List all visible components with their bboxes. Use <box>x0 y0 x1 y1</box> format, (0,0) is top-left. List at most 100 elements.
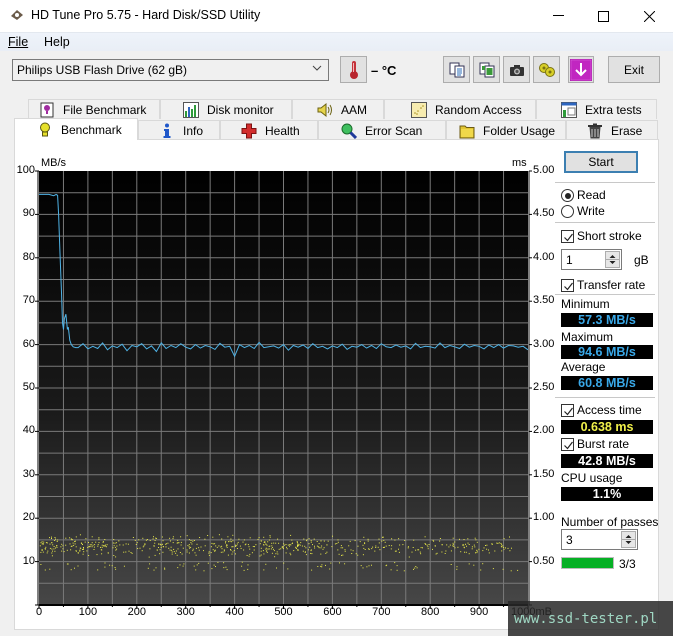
magnifier-icon <box>341 123 357 139</box>
x-tick-label: 400 <box>225 606 244 618</box>
y-tick-label-left: 50 <box>22 381 35 393</box>
tab-label: Error Scan <box>365 123 423 138</box>
minimize-icon <box>552 15 564 16</box>
tab-health[interactable]: Health <box>220 120 318 140</box>
menu-file[interactable]: File <box>8 35 28 49</box>
file-benchmark-icon <box>40 102 54 117</box>
tab-label: Extra tests <box>585 102 642 117</box>
tab-erase[interactable]: Erase <box>566 120 658 140</box>
y-tick-label-right: 2.50 <box>533 381 555 393</box>
y-tick-label-left: 10 <box>22 554 35 567</box>
tab-label: Health <box>265 123 300 138</box>
tab-info[interactable]: Info <box>138 120 220 140</box>
tab-disk-monitor[interactable]: Disk monitor <box>160 99 292 119</box>
tab-folder-usage[interactable]: Folder Usage <box>446 120 566 140</box>
y-tick-label-right: 3.00 <box>533 337 555 350</box>
passes-label: Number of passes <box>561 515 659 529</box>
drive-select[interactable]: Philips USB Flash Drive (62 gB) <box>12 59 329 81</box>
passes-progress-bar <box>561 557 614 569</box>
passes-value: 3 <box>566 533 573 547</box>
y-tick-label-right: 5.00 <box>533 164 555 176</box>
random-access-icon <box>411 101 427 118</box>
save-icon <box>570 58 592 81</box>
copy-text-icon <box>449 62 464 77</box>
passes-spinner[interactable] <box>621 531 636 548</box>
minimize-button[interactable] <box>535 0 581 32</box>
checkmark-icon <box>564 282 573 291</box>
tab-label: AAM <box>341 102 368 117</box>
window-title: HD Tune Pro 5.75 - Hard Disk/SSD Utility <box>31 8 261 22</box>
extra-tests-icon <box>561 101 577 118</box>
y-tick-label-right: 4.50 <box>533 207 555 220</box>
y-tick-label-right: 0.50 <box>533 554 555 567</box>
drive-select-value: Philips USB Flash Drive (62 gB) <box>17 63 188 77</box>
access-time-label: Access time <box>577 403 642 417</box>
spinner-arrows-icon <box>622 535 635 544</box>
transfer-rate-label: Transfer rate <box>577 278 646 292</box>
tab-benchmark[interactable]: Benchmark <box>14 118 138 140</box>
info-icon <box>163 123 171 138</box>
checkmark-icon <box>564 407 573 416</box>
burst-rate-checkbox[interactable] <box>561 438 574 451</box>
divider <box>555 294 655 295</box>
close-button[interactable] <box>626 0 672 32</box>
checkmark-icon <box>564 441 573 450</box>
screenshot-button[interactable] <box>503 56 530 83</box>
tab-random-access[interactable]: Random Access <box>384 99 536 119</box>
transfer-rate-checkbox[interactable] <box>561 279 574 292</box>
start-button[interactable]: Start <box>564 151 638 173</box>
save-button[interactable] <box>568 56 594 83</box>
camera-icon <box>509 64 524 76</box>
x-tick-label: 600 <box>323 606 342 618</box>
watermark: www.ssd-tester.pl <box>508 601 673 636</box>
y-tick-label-right: 1.00 <box>533 511 555 524</box>
divider <box>555 222 655 223</box>
x-tick-label: 800 <box>421 606 440 618</box>
passes-input[interactable]: 3 <box>561 529 638 550</box>
x-tick-label: 0 <box>35 606 43 618</box>
y-tick-label-left: 20 <box>22 511 35 524</box>
y-tick-label-right: 4.00 <box>533 250 555 263</box>
x-tick-label: 100 <box>78 606 98 618</box>
copy-screenshot-button[interactable] <box>473 56 500 83</box>
short-stroke-input[interactable]: 1 <box>561 249 622 270</box>
y-tick-label-left: 100 <box>16 164 35 176</box>
access-time-checkbox[interactable] <box>561 404 574 417</box>
y-tick-label-right: 3.50 <box>533 294 555 307</box>
speaker-icon <box>317 102 332 117</box>
maximum-label: Maximum <box>561 330 614 344</box>
minimum-value: 57.3 MB/s <box>561 313 653 327</box>
short-stroke-spinner[interactable] <box>605 251 620 268</box>
tab-label: Benchmark <box>61 122 122 137</box>
short-stroke-checkbox[interactable] <box>561 230 574 243</box>
tab-aam[interactable]: AAM <box>292 99 384 119</box>
y-axis-label-right: ms <box>512 157 527 169</box>
menu-bar: File Help <box>0 32 673 51</box>
maximum-value: 94.6 MB/s <box>561 345 653 359</box>
write-radio[interactable] <box>561 205 574 218</box>
divider <box>555 182 655 183</box>
x-tick-label: 300 <box>176 606 195 618</box>
exit-button[interactable]: Exit <box>608 56 660 83</box>
short-stroke-label: Short stroke <box>577 229 642 243</box>
disk-monitor-icon <box>183 101 199 118</box>
access-time-value: 0.638 ms <box>561 420 653 434</box>
y-tick-label-left: 90 <box>22 207 35 220</box>
copy-text-button[interactable] <box>443 56 470 83</box>
tab-label: File Benchmark <box>63 102 147 117</box>
menu-help[interactable]: Help <box>44 35 70 49</box>
spinner-arrows-icon <box>606 255 619 264</box>
health-icon <box>241 123 257 138</box>
tab-extra-tests[interactable]: Extra tests <box>536 99 657 119</box>
options-button[interactable] <box>533 56 560 83</box>
chevron-down-icon <box>312 65 322 71</box>
x-tick-label: 500 <box>274 606 293 618</box>
tab-error-scan[interactable]: Error Scan <box>318 120 446 140</box>
read-label: Read <box>577 188 606 202</box>
tab-file-benchmark[interactable]: File Benchmark <box>28 99 160 119</box>
temperature-button[interactable] <box>340 56 367 83</box>
read-radio[interactable] <box>561 189 574 202</box>
y-tick-label-left: 40 <box>22 424 35 437</box>
x-tick-label: 700 <box>372 606 391 618</box>
maximize-button[interactable] <box>580 0 626 32</box>
